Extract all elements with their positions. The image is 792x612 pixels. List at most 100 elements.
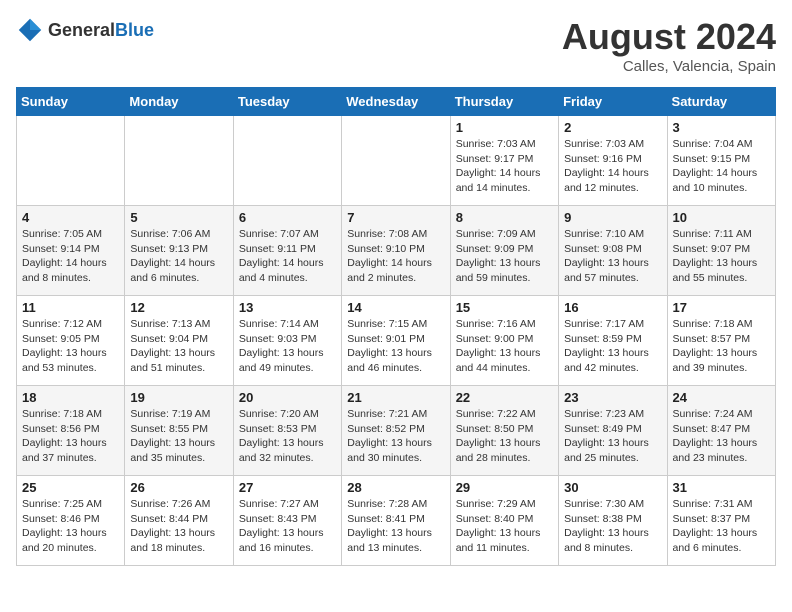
title-block: August 2024 Calles, Valencia, Spain [562,16,776,75]
calendar-cell: 22 Sunrise: 7:22 AM Sunset: 8:50 PM Dayli… [450,386,558,476]
calendar-cell: 2 Sunrise: 7:03 AM Sunset: 9:16 PM Daylig… [559,116,667,206]
calendar-cell: 4 Sunrise: 7:05 AM Sunset: 9:14 PM Daylig… [17,206,125,296]
weekday-header-wednesday: Wednesday [342,88,450,116]
day-number: 17 [673,300,770,315]
calendar-cell: 15Sunrise: 7:16 AM Sunset: 9:00 PM Dayli… [450,296,558,386]
location: Calles, Valencia, Spain [562,58,776,75]
day-info: Sunrise: 7:05 AM Sunset: 9:14 PM Dayligh… [22,227,119,286]
day-info: Sunrise: 7:27 AM Sunset: 8:43 PM Dayligh… [239,497,336,556]
day-info: Sunrise: 7:09 AM Sunset: 9:09 PM Dayligh… [456,227,553,286]
day-info: Sunrise: 7:31 AM Sunset: 8:37 PM Dayligh… [673,497,770,556]
day-info: Sunrise: 7:18 AM Sunset: 8:57 PM Dayligh… [673,317,770,376]
day-info: Sunrise: 7:24 AM Sunset: 8:47 PM Dayligh… [673,407,770,466]
day-number: 3 [673,120,770,135]
calendar-cell: 3Sunrise: 7:04 AM Sunset: 9:15 PM Daylig… [667,116,775,206]
calendar-cell: 1Sunrise: 7:03 AM Sunset: 9:17 PM Daylig… [450,116,558,206]
day-number: 28 [347,480,444,495]
weekday-header-thursday: Thursday [450,88,558,116]
weekday-header-sunday: Sunday [17,88,125,116]
day-info: Sunrise: 7:20 AM Sunset: 8:53 PM Dayligh… [239,407,336,466]
day-number: 15 [456,300,553,315]
logo-icon [16,16,44,44]
calendar-cell: 24Sunrise: 7:24 AM Sunset: 8:47 PM Dayli… [667,386,775,476]
calendar-week-4: 18 Sunrise: 7:18 AM Sunset: 8:56 PM Dayli… [17,386,776,476]
day-number: 20 [239,390,336,405]
month-year: August 2024 [562,16,776,58]
day-info: Sunrise: 7:29 AM Sunset: 8:40 PM Dayligh… [456,497,553,556]
calendar-cell: 20 Sunrise: 7:20 AM Sunset: 8:53 PM Dayli… [233,386,341,476]
day-number: 21 [347,390,444,405]
day-info: Sunrise: 7:12 AM Sunset: 9:05 PM Dayligh… [22,317,119,376]
day-number: 18 [22,390,119,405]
calendar-cell: 14 Sunrise: 7:15 AM Sunset: 9:01 PM Dayli… [342,296,450,386]
day-info: Sunrise: 7:26 AM Sunset: 8:44 PM Dayligh… [130,497,227,556]
weekday-header-monday: Monday [125,88,233,116]
day-number: 6 [239,210,336,225]
day-number: 10 [673,210,770,225]
calendar-cell: 12 Sunrise: 7:13 AM Sunset: 9:04 PM Dayli… [125,296,233,386]
calendar-cell: 27 Sunrise: 7:27 AM Sunset: 8:43 PM Dayli… [233,476,341,566]
day-info: Sunrise: 7:06 AM Sunset: 9:13 PM Dayligh… [130,227,227,286]
day-info: Sunrise: 7:30 AM Sunset: 8:38 PM Dayligh… [564,497,661,556]
day-info: Sunrise: 7:23 AM Sunset: 8:49 PM Dayligh… [564,407,661,466]
day-info: Sunrise: 7:28 AM Sunset: 8:41 PM Dayligh… [347,497,444,556]
calendar-cell [233,116,341,206]
calendar-cell: 16Sunrise: 7:17 AM Sunset: 8:59 PM Dayli… [559,296,667,386]
day-info: Sunrise: 7:13 AM Sunset: 9:04 PM Dayligh… [130,317,227,376]
day-number: 30 [564,480,661,495]
day-info: Sunrise: 7:11 AM Sunset: 9:07 PM Dayligh… [673,227,770,286]
weekday-header-friday: Friday [559,88,667,116]
calendar-cell: 28 Sunrise: 7:28 AM Sunset: 8:41 PM Dayli… [342,476,450,566]
calendar-week-5: 25Sunrise: 7:25 AM Sunset: 8:46 PM Dayli… [17,476,776,566]
calendar-cell [17,116,125,206]
calendar-cell: 30 Sunrise: 7:30 AM Sunset: 8:38 PM Dayli… [559,476,667,566]
calendar-table: SundayMondayTuesdayWednesdayThursdayFrid… [16,87,776,566]
day-number: 27 [239,480,336,495]
day-number: 11 [22,300,119,315]
day-info: Sunrise: 7:19 AM Sunset: 8:55 PM Dayligh… [130,407,227,466]
calendar-week-1: 1Sunrise: 7:03 AM Sunset: 9:17 PM Daylig… [17,116,776,206]
day-info: Sunrise: 7:22 AM Sunset: 8:50 PM Dayligh… [456,407,553,466]
day-number: 19 [130,390,227,405]
calendar-cell: 7Sunrise: 7:08 AM Sunset: 9:10 PM Daylig… [342,206,450,296]
calendar-cell: 11 Sunrise: 7:12 AM Sunset: 9:05 PM Dayli… [17,296,125,386]
day-info: Sunrise: 7:03 AM Sunset: 9:16 PM Dayligh… [564,137,661,196]
day-number: 9 [564,210,661,225]
logo-text: GeneralBlue [48,20,154,41]
day-info: Sunrise: 7:15 AM Sunset: 9:01 PM Dayligh… [347,317,444,376]
calendar-cell: 17 Sunrise: 7:18 AM Sunset: 8:57 PM Dayli… [667,296,775,386]
calendar-cell: 13Sunrise: 7:14 AM Sunset: 9:03 PM Dayli… [233,296,341,386]
calendar-cell: 23 Sunrise: 7:23 AM Sunset: 8:49 PM Dayli… [559,386,667,476]
calendar-cell: 19 Sunrise: 7:19 AM Sunset: 8:55 PM Dayli… [125,386,233,476]
day-number: 14 [347,300,444,315]
calendar-cell [342,116,450,206]
calendar-week-3: 11 Sunrise: 7:12 AM Sunset: 9:05 PM Dayli… [17,296,776,386]
calendar-week-2: 4 Sunrise: 7:05 AM Sunset: 9:14 PM Daylig… [17,206,776,296]
day-info: Sunrise: 7:18 AM Sunset: 8:56 PM Dayligh… [22,407,119,466]
day-number: 25 [22,480,119,495]
day-number: 22 [456,390,553,405]
day-number: 8 [456,210,553,225]
logo-blue: Blue [115,20,154,40]
calendar-body: 1Sunrise: 7:03 AM Sunset: 9:17 PM Daylig… [17,116,776,566]
day-number: 4 [22,210,119,225]
calendar-cell: 26 Sunrise: 7:26 AM Sunset: 8:44 PM Dayli… [125,476,233,566]
calendar-cell: 9 Sunrise: 7:10 AM Sunset: 9:08 PM Daylig… [559,206,667,296]
calendar-cell [125,116,233,206]
calendar-cell: 6Sunrise: 7:07 AM Sunset: 9:11 PM Daylig… [233,206,341,296]
day-number: 12 [130,300,227,315]
day-number: 2 [564,120,661,135]
calendar-header: SundayMondayTuesdayWednesdayThursdayFrid… [17,88,776,116]
day-info: Sunrise: 7:17 AM Sunset: 8:59 PM Dayligh… [564,317,661,376]
day-info: Sunrise: 7:03 AM Sunset: 9:17 PM Dayligh… [456,137,553,196]
logo-general: General [48,20,115,40]
calendar-cell: 25Sunrise: 7:25 AM Sunset: 8:46 PM Dayli… [17,476,125,566]
logo: GeneralBlue [16,16,154,44]
day-info: Sunrise: 7:14 AM Sunset: 9:03 PM Dayligh… [239,317,336,376]
day-number: 23 [564,390,661,405]
day-info: Sunrise: 7:10 AM Sunset: 9:08 PM Dayligh… [564,227,661,286]
day-info: Sunrise: 7:21 AM Sunset: 8:52 PM Dayligh… [347,407,444,466]
day-number: 26 [130,480,227,495]
day-number: 31 [673,480,770,495]
day-number: 29 [456,480,553,495]
